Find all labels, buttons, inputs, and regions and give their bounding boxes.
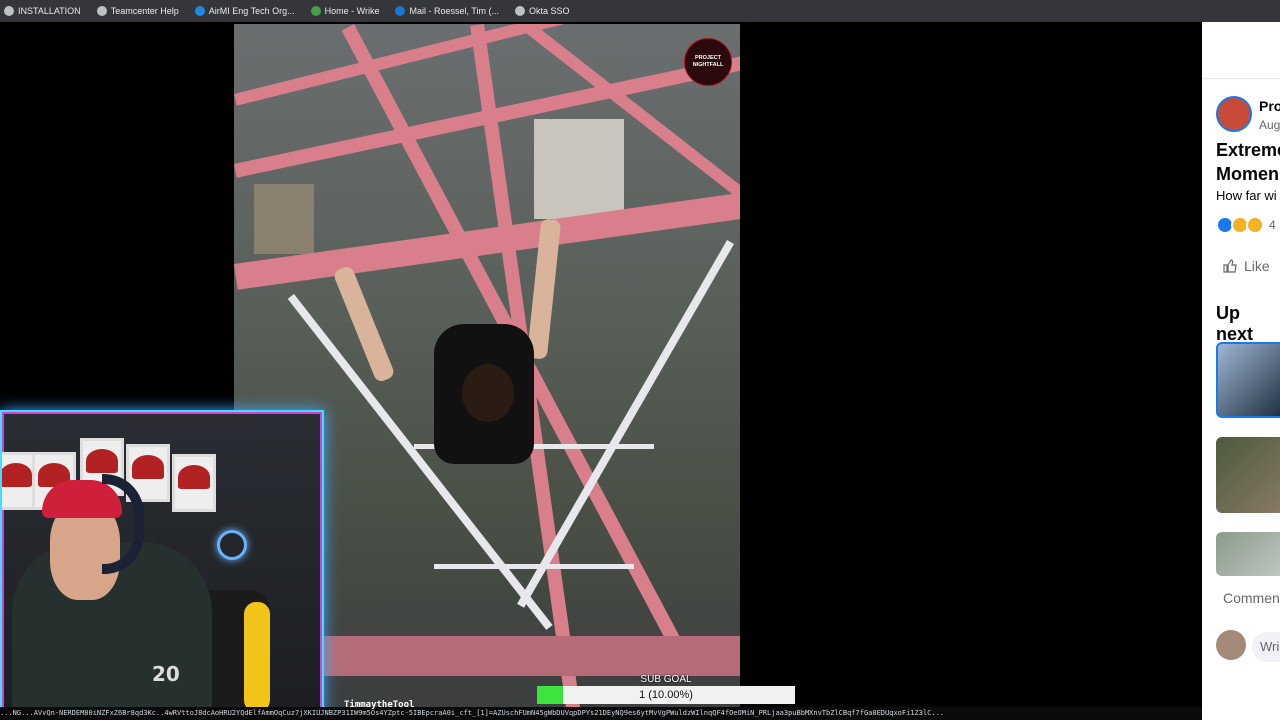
bookmarks-bar: INSTALLATION Teamcenter Help AirMI Eng Tec… bbox=[0, 0, 1280, 22]
url-ticker: ...NG...AVvQn-NERDEM80iNZFxZ6Br8qd3Kc..4… bbox=[0, 707, 1202, 720]
bookmark-label: Okta SSO bbox=[528, 6, 570, 16]
up-next-heading: Up next bbox=[1216, 303, 1254, 344]
up-next-thumbnail[interactable] bbox=[1216, 532, 1280, 576]
tower-lattice bbox=[434, 564, 634, 569]
post-date[interactable]: Aug bbox=[1259, 118, 1280, 132]
side-panel: Pro Aug Extreme Momen How far wi 4 Like … bbox=[1202, 22, 1280, 720]
comment-input[interactable]: Wri bbox=[1252, 632, 1280, 662]
wall-frame bbox=[172, 454, 216, 512]
globe-icon bbox=[514, 6, 525, 16]
bookmark-0[interactable]: INSTALLATION bbox=[4, 6, 81, 16]
video-title-line2: Momen bbox=[1216, 164, 1279, 184]
sharepoint-icon bbox=[194, 6, 205, 16]
globe-icon bbox=[96, 6, 107, 16]
video-title-line1: Extreme bbox=[1216, 140, 1280, 160]
crane-platform bbox=[314, 636, 740, 676]
streamer-nameplate: TimmaytheTool bbox=[344, 700, 415, 710]
user-avatar bbox=[1216, 630, 1246, 660]
channel-watermark: PROJECT NIGHTFALL bbox=[684, 38, 732, 86]
climber-head bbox=[462, 364, 514, 422]
comment-button[interactable]: Commen bbox=[1223, 590, 1280, 606]
up-next-thumbnail[interactable] bbox=[1216, 342, 1280, 418]
outlook-icon bbox=[395, 6, 406, 16]
bookmark-1[interactable]: Teamcenter Help bbox=[96, 6, 179, 16]
sub-goal-value: 1 (10.00%) bbox=[639, 689, 693, 701]
video-title: Extreme Momen bbox=[1216, 138, 1280, 186]
bookmark-2[interactable]: AirMI Eng Tech Org... bbox=[194, 6, 295, 16]
bookmark-4[interactable]: Mail - Roessel, Tim (... bbox=[395, 6, 499, 16]
bookmark-5[interactable]: Okta SSO bbox=[514, 6, 570, 16]
reactions-summary[interactable]: 4 bbox=[1216, 216, 1276, 234]
page-avatar[interactable] bbox=[1216, 96, 1252, 132]
chair-stripe bbox=[244, 602, 270, 712]
bookmark-3[interactable]: Home - Wrike bbox=[310, 6, 380, 16]
like-label: Like bbox=[1244, 258, 1270, 274]
neon-light bbox=[217, 530, 247, 560]
divider bbox=[1202, 78, 1280, 79]
hoodie-number: 20 bbox=[152, 662, 180, 686]
page-name[interactable]: Pro bbox=[1259, 98, 1280, 114]
bookmark-label: Mail - Roessel, Tim (... bbox=[409, 6, 499, 16]
sub-goal-widget: SUB GOAL 1 (10.00%) bbox=[537, 674, 795, 706]
up-next-thumbnail[interactable] bbox=[1216, 437, 1280, 513]
sub-goal-bar: 1 (10.00%) bbox=[537, 686, 795, 704]
webcam-overlay: 20 bbox=[0, 410, 324, 716]
bookmark-label: Home - Wrike bbox=[324, 6, 380, 16]
bookmark-label: AirMI Eng Tech Org... bbox=[208, 6, 295, 16]
chrome-icon bbox=[4, 6, 14, 16]
sub-goal-label: SUB GOAL bbox=[640, 674, 692, 685]
bookmark-label: INSTALLATION bbox=[18, 6, 81, 16]
reaction-count: 4 bbox=[1269, 218, 1276, 232]
like-button[interactable]: Like bbox=[1222, 258, 1270, 274]
bookmark-label: Teamcenter Help bbox=[110, 6, 179, 16]
building bbox=[254, 184, 314, 254]
thumbs-up-icon bbox=[1223, 259, 1237, 273]
video-description: How far wi bbox=[1216, 188, 1277, 203]
wrike-icon bbox=[310, 6, 321, 16]
wow-reaction-icon bbox=[1246, 216, 1264, 234]
rooftop-building bbox=[534, 119, 624, 219]
